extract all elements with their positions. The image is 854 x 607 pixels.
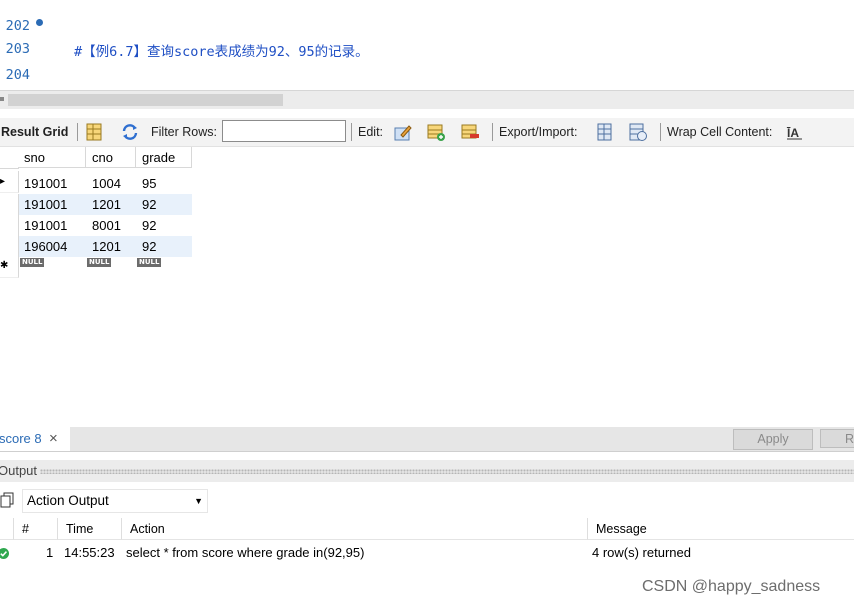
table-row[interactable]: 196004 1201 92 xyxy=(0,236,192,258)
output-type-value: Action Output xyxy=(27,493,109,508)
cell-sno[interactable]: 191001 xyxy=(18,173,86,194)
svg-text:ĪA: ĪA xyxy=(786,126,799,140)
status-column-header xyxy=(0,518,14,540)
column-header-action[interactable]: Action xyxy=(122,518,588,540)
null-badge[interactable]: NULL xyxy=(87,258,112,267)
cell-grade[interactable]: 95 xyxy=(136,173,192,194)
sql-editor[interactable]: 202 #【例6.7】查询score表成绩为92、95的记录。 203 sele… xyxy=(0,0,854,90)
refresh-icon[interactable] xyxy=(120,122,140,142)
output-row-message: 4 row(s) returned xyxy=(592,545,691,560)
delete-row-icon[interactable] xyxy=(460,122,480,142)
watermark: CSDN @happy_sadness xyxy=(642,578,821,595)
table-row[interactable]: 191001 8001 92 xyxy=(0,215,192,237)
result-toolbar: Result Grid Filter Rows: Edit: Export/Im… xyxy=(0,118,854,147)
column-header-cno[interactable]: cno xyxy=(86,147,136,168)
new-row-asterisk-icon: ✱ xyxy=(0,257,19,278)
edit-label: Edit: xyxy=(358,125,384,139)
toolbar-separator xyxy=(77,123,78,141)
wrap-text-icon[interactable]: ĪA xyxy=(786,122,804,142)
copy-icon[interactable] xyxy=(0,492,14,508)
null-badge[interactable]: NULL xyxy=(137,258,162,267)
new-row[interactable]: ✱ NULL NULL NULL xyxy=(0,257,192,278)
statement-marker-icon xyxy=(36,19,43,26)
insert-row-icon[interactable] xyxy=(426,122,446,142)
row-indicator-header xyxy=(0,147,19,169)
column-header-sno[interactable]: sno xyxy=(18,147,86,168)
output-row-number: 1 xyxy=(46,545,54,560)
apply-button[interactable]: Apply xyxy=(733,429,813,450)
scroll-arrow-icon[interactable] xyxy=(0,97,4,101)
tab-label: score 8 xyxy=(0,431,42,446)
result-grid-label[interactable]: Result Grid xyxy=(1,125,68,139)
output-type-select[interactable]: Action Output ▼ xyxy=(22,489,208,513)
output-panel-header: Output xyxy=(0,460,854,482)
column-header-grade[interactable]: grade xyxy=(136,147,192,168)
close-tab-icon[interactable]: × xyxy=(49,427,58,451)
table-row[interactable]: ▸ 191001 1004 95 xyxy=(0,171,192,194)
tab-score-8[interactable]: score 8 × xyxy=(0,427,70,451)
filter-rows-label: Filter Rows: xyxy=(151,125,217,139)
null-badge[interactable]: NULL xyxy=(20,258,45,267)
edit-row-icon[interactable] xyxy=(393,122,413,142)
output-row-action: select * from score where grade in(92,95… xyxy=(126,545,365,560)
cell-grade[interactable]: 92 xyxy=(136,194,192,215)
code-line-203: 203 select * xyxy=(0,10,854,57)
row-indicator xyxy=(0,215,19,237)
toolbar-separator xyxy=(660,123,661,141)
row-indicator xyxy=(0,194,19,216)
cell-grade[interactable]: 92 xyxy=(136,236,192,257)
import-icon[interactable] xyxy=(628,122,648,142)
current-row-arrow-icon: ▸ xyxy=(0,171,19,193)
panel-grip[interactable] xyxy=(40,469,854,474)
cell-grade[interactable]: 92 xyxy=(136,215,192,236)
cell-cno[interactable]: 1004 xyxy=(86,173,136,194)
export-icon[interactable] xyxy=(595,122,615,142)
wrap-cell-label: Wrap Cell Content: xyxy=(667,125,773,139)
chevron-down-icon[interactable]: ▼ xyxy=(194,490,203,512)
row-indicator xyxy=(0,236,19,258)
toolbar-separator xyxy=(492,123,493,141)
output-row-time: 14:55:23 xyxy=(64,545,115,560)
cell-cno[interactable]: 1201 xyxy=(86,236,136,257)
column-header-message[interactable]: Message xyxy=(588,518,854,540)
cell-sno[interactable]: 191001 xyxy=(18,194,86,215)
revert-button[interactable]: Re xyxy=(820,429,854,448)
toolbar-separator xyxy=(351,123,352,141)
cell-sno[interactable]: 196004 xyxy=(18,236,86,257)
grid-view-icon[interactable] xyxy=(84,122,104,142)
output-toolbar: Action Output ▼ xyxy=(0,485,854,517)
result-tab-bar: score 8 × Apply Re xyxy=(0,427,854,452)
scrollbar-thumb[interactable] xyxy=(8,94,283,106)
code-line-205: 205 where grade in(92,95); xyxy=(0,62,854,88)
column-header-num[interactable]: # xyxy=(14,518,58,540)
column-header-time[interactable]: Time xyxy=(58,518,122,540)
table-row[interactable]: 191001 1201 92 xyxy=(0,194,192,216)
code-line-204: 204 from score xyxy=(0,36,854,83)
cell-sno[interactable]: 191001 xyxy=(18,215,86,236)
filter-rows-input[interactable] xyxy=(222,120,346,142)
output-title: Output xyxy=(0,463,38,478)
export-import-label: Export/Import: xyxy=(499,125,578,139)
grid-header-row: sno cno grade xyxy=(0,147,192,169)
success-check-icon xyxy=(0,548,9,559)
cell-cno[interactable]: 1201 xyxy=(86,194,136,215)
editor-horizontal-scrollbar[interactable] xyxy=(0,90,854,109)
cell-cno[interactable]: 8001 xyxy=(86,215,136,236)
